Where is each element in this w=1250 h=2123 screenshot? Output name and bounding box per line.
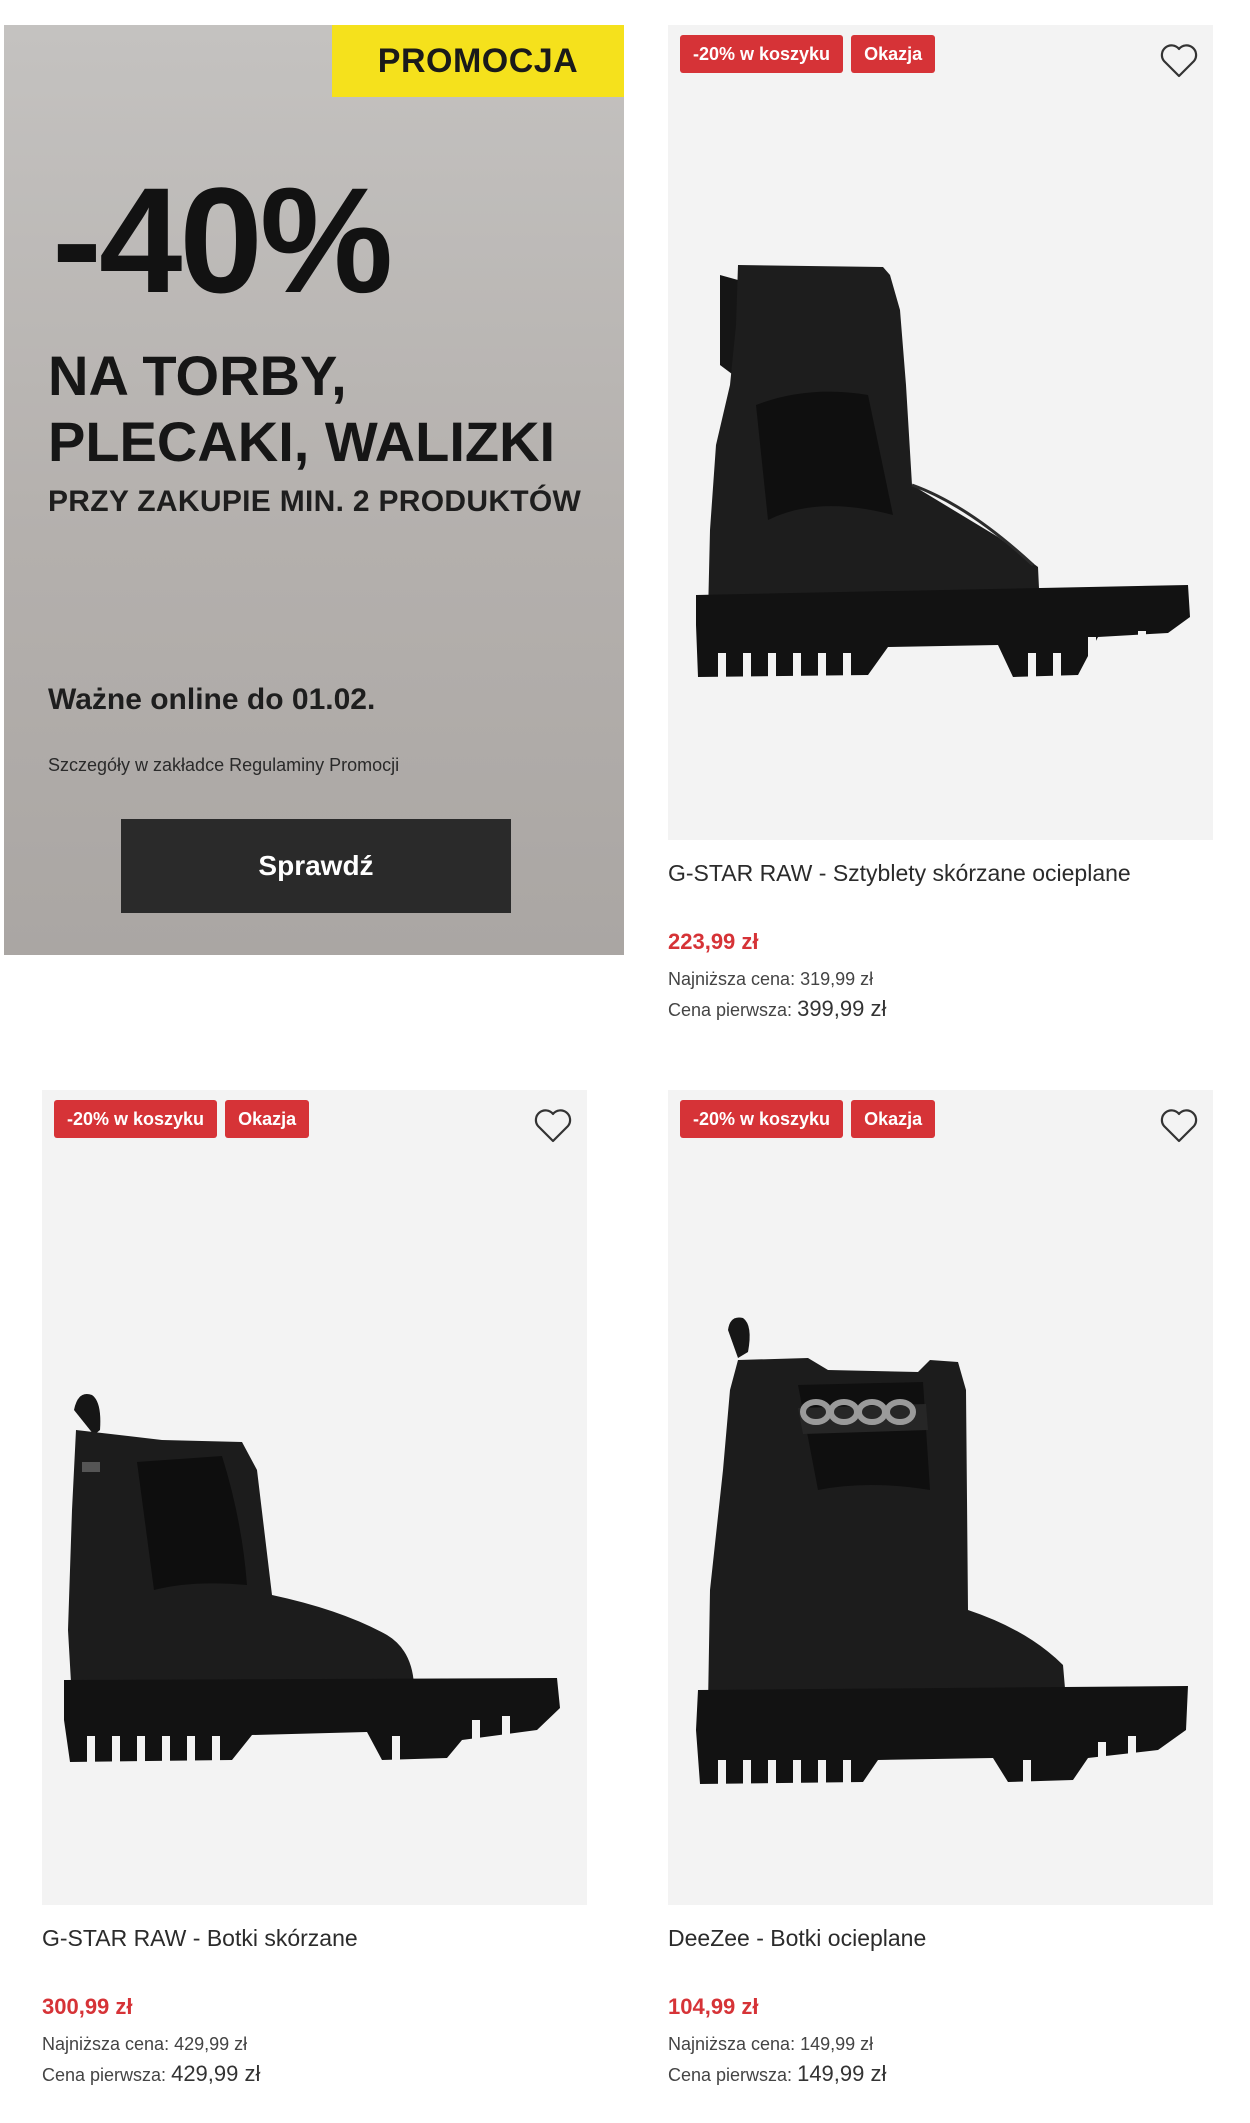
first-price: Cena pierwsza: 399,99 zł	[668, 996, 1213, 1022]
promo-check-button[interactable]: Sprawdź	[121, 819, 511, 913]
first-price-value: 149,99 zł	[797, 2061, 887, 2086]
product-card[interactable]: -20% w koszyku Okazja G-STAR RAW - Botki…	[42, 1090, 587, 2087]
promo-condition: PRZY ZAKUPIE MIN. 2 PRODUKTÓW	[48, 485, 582, 518]
product-price: 223,99 zł	[668, 929, 759, 954]
product-card[interactable]: -20% w koszyku Okazja DeeZee - Botki oci…	[668, 1090, 1213, 2087]
deal-badge: Okazja	[225, 1100, 310, 1138]
black-ankle-boot-image	[696, 265, 1190, 679]
cart-discount-badge: -20% w koszyku	[680, 1100, 844, 1138]
lowest-price-value: 149,99 zł	[800, 2034, 874, 2054]
promo-details-link: Szczegóły w zakładce Regulaminy Promocji	[48, 755, 400, 775]
promo-discount: -40%	[52, 156, 393, 324]
deal-badge: Okazja	[851, 1100, 936, 1138]
product-image[interactable]: -20% w koszyku Okazja	[668, 1090, 1213, 1905]
lowest-price: Najniższa cena: 149,99 zł	[668, 2034, 1213, 2055]
product-name[interactable]: DeeZee - Botki ocieplane	[668, 1925, 1213, 1952]
promo-headline: NA TORBY, PLECAKI, WALIZKI	[48, 343, 608, 475]
deal-badge: Okazja	[851, 35, 936, 73]
lowest-price-value: 319,99 zł	[800, 969, 874, 989]
product-image[interactable]: -20% w koszyku Okazja	[668, 25, 1213, 840]
first-price: Cena pierwsza: 149,99 zł	[668, 2061, 1213, 2087]
first-price-value: 429,99 zł	[171, 2061, 261, 2086]
first-price-value: 399,99 zł	[797, 996, 887, 1021]
lowest-price: Najniższa cena: 429,99 zł	[42, 2034, 587, 2055]
black-chain-chelsea-boot-image	[696, 1317, 1188, 1784]
product-price: 104,99 zł	[668, 1994, 759, 2019]
first-price-label: Cena pierwsza:	[668, 2065, 793, 2085]
promo-banner[interactable]: PROMOCJA -40% NA TORBY, PLECAKI, WALIZKI…	[4, 25, 624, 955]
black-chelsea-boot-image	[64, 1394, 560, 1762]
heart-icon[interactable]	[1159, 1108, 1199, 1144]
cart-discount-badge: -20% w koszyku	[54, 1100, 218, 1138]
lowest-price-value: 429,99 zł	[174, 2034, 248, 2054]
lowest-price-label: Najniższa cena:	[668, 969, 796, 989]
heart-icon[interactable]	[533, 1108, 573, 1144]
product-card[interactable]: -20% w koszyku Okazja G-STAR RAW - Sztyb…	[668, 25, 1213, 1022]
product-price: 300,99 zł	[42, 1994, 133, 2019]
promo-headline-line2: PLECAKI, WALIZKI	[48, 410, 556, 473]
first-price-label: Cena pierwsza:	[42, 2065, 167, 2085]
cart-discount-badge: -20% w koszyku	[680, 35, 844, 73]
heart-icon[interactable]	[1159, 43, 1199, 79]
first-price: Cena pierwsza: 429,99 zł	[42, 2061, 587, 2087]
lowest-price: Najniższa cena: 319,99 zł	[668, 969, 1213, 990]
promo-valid-until: Ważne online do 01.02.	[48, 683, 376, 716]
badge-group: -20% w koszyku Okazja	[680, 1100, 936, 1138]
badge-group: -20% w koszyku Okazja	[680, 35, 936, 73]
badge-group: -20% w koszyku Okazja	[54, 1100, 310, 1138]
first-price-label: Cena pierwsza:	[668, 1000, 793, 1020]
promo-headline-line1: NA TORBY,	[48, 344, 347, 407]
product-image[interactable]: -20% w koszyku Okazja	[42, 1090, 587, 1905]
promo-tag: PROMOCJA	[332, 25, 624, 97]
lowest-price-label: Najniższa cena:	[42, 2034, 170, 2054]
product-name[interactable]: G-STAR RAW - Sztyblety skórzane ocieplan…	[668, 860, 1213, 887]
lowest-price-label: Najniższa cena:	[668, 2034, 796, 2054]
product-name[interactable]: G-STAR RAW - Botki skórzane	[42, 1925, 587, 1952]
